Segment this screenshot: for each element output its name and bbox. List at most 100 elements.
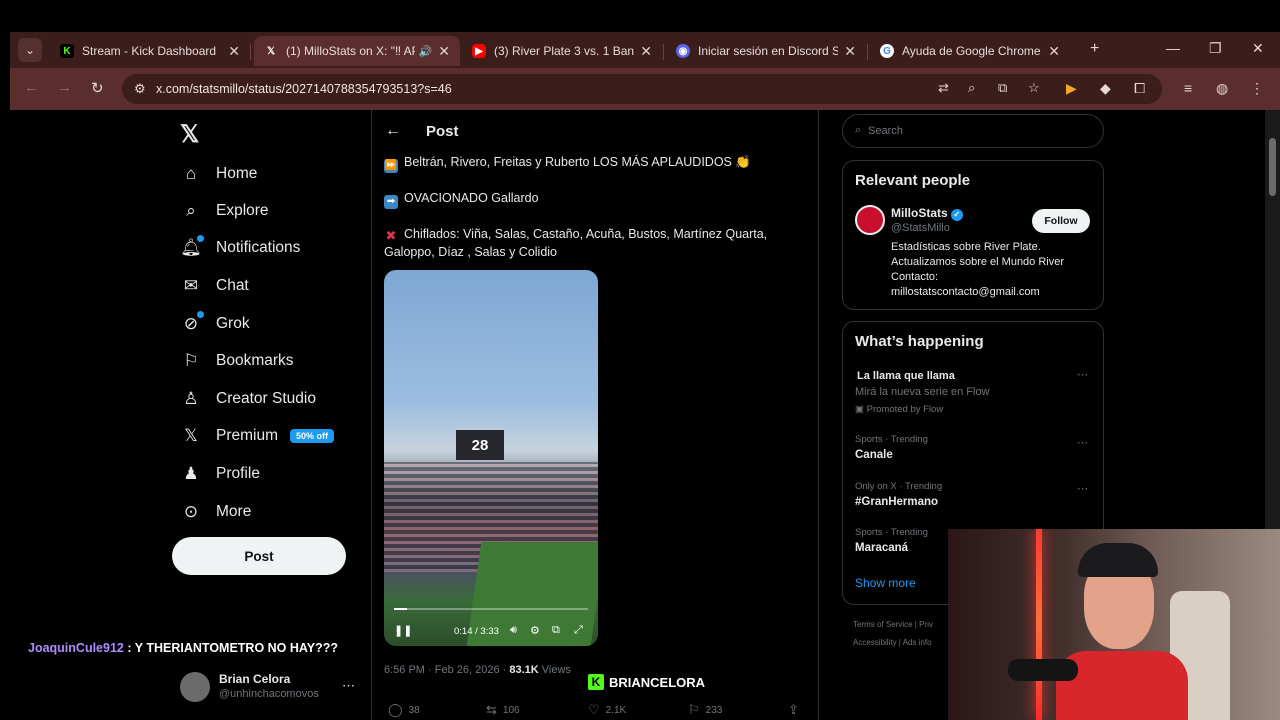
- arrow-right-icon: ➡: [384, 195, 398, 209]
- sidebar-item-home[interactable]: ⌂ Home: [180, 160, 258, 188]
- post-views: 83.1K: [509, 664, 539, 676]
- like-button[interactable]: ♡ 2.1K: [588, 702, 626, 718]
- sidebar-item-more[interactable]: ⊙ More: [180, 498, 251, 526]
- account-switcher[interactable]: Brian Celora @unhinchacomovos ⋯: [180, 670, 365, 704]
- tab-search-button[interactable]: ⌄: [18, 38, 42, 62]
- microphone: [1008, 659, 1078, 681]
- post-text: OVACIONADO Gallardo: [404, 191, 539, 205]
- tab-millostats[interactable]: 𝕏 (1) MilloStats on X: "‼ AP 🔊 ✕: [254, 36, 460, 66]
- media-control-icon[interactable]: ≡: [1184, 80, 1192, 96]
- top-strip: [0, 0, 1280, 32]
- scrollbar-thumb[interactable]: [1269, 138, 1276, 196]
- bookmark-button[interactable]: ⚐ 233: [688, 702, 722, 718]
- back-arrow-icon[interactable]: ←: [385, 122, 401, 140]
- new-tab-button[interactable]: +: [1090, 40, 1099, 58]
- footer-links[interactable]: Accessibility | Ads info: [853, 638, 932, 647]
- show-more-link[interactable]: Show more: [855, 576, 916, 590]
- more-dots-icon[interactable]: ⋯: [1077, 368, 1088, 381]
- zoom-icon[interactable]: ⌕: [968, 80, 975, 96]
- fullscreen-icon[interactable]: ⤢: [574, 624, 583, 637]
- footer-links[interactable]: Terms of Service | Priv: [853, 620, 933, 629]
- video-progress-bar[interactable]: [394, 608, 588, 610]
- sidebar-item-explore[interactable]: ⌕ Explore: [180, 197, 268, 225]
- sidebar-item-label: Chat: [216, 277, 249, 294]
- forward-icon[interactable]: →: [57, 79, 72, 96]
- sidebar-item-notifications[interactable]: 🔔︎ Notifications: [180, 234, 300, 262]
- close-window-icon[interactable]: ✕: [1252, 40, 1264, 57]
- site-settings-icon[interactable]: ⚙: [134, 81, 146, 97]
- sidebar-item-grok[interactable]: ⊘ Grok: [180, 310, 250, 338]
- chat-username: JoaquinCule912: [28, 641, 124, 655]
- trend-name[interactable]: Maracaná: [855, 542, 908, 554]
- trend-name[interactable]: #GranHermano: [855, 496, 938, 508]
- grok-icon: ⊘: [180, 311, 204, 334]
- share-button[interactable]: ⇪: [788, 702, 805, 718]
- more-icon: ⊙: [183, 502, 199, 521]
- pip-icon[interactable]: ⧉: [552, 624, 560, 637]
- sidebar-item-bookmarks[interactable]: ⚐ Bookmarks: [180, 347, 293, 375]
- share-icon: ⇪: [788, 702, 799, 717]
- bookmark-count: 233: [705, 704, 723, 716]
- post-line: ✖ Chiflados: Viña, Salas, Castaño, Acuña,…: [384, 225, 768, 243]
- speaker-icon[interactable]: 🔊: [419, 45, 433, 58]
- x-logo-icon[interactable]: 𝕏: [180, 120, 199, 149]
- more-dots-icon[interactable]: ⋯: [1077, 436, 1088, 449]
- close-icon[interactable]: ✕: [438, 43, 450, 60]
- minimize-icon[interactable]: —: [1166, 40, 1180, 56]
- trend-name[interactable]: La llama que llama: [857, 370, 955, 382]
- extension-play-icon[interactable]: ▶: [1066, 80, 1077, 97]
- tab-separator: [250, 44, 251, 60]
- close-icon[interactable]: ✕: [640, 43, 652, 60]
- promoted-text: Promoted by Flow: [866, 404, 944, 415]
- maximize-icon[interactable]: ❐: [1209, 40, 1222, 57]
- tab-chrome-help[interactable]: G Ayuda de Google Chrome ✕: [870, 36, 1070, 66]
- tab-youtube[interactable]: ▶ (3) River Plate 3 vs. 1 Banfiel ✕: [462, 36, 662, 66]
- sidebar-item-profile[interactable]: ♟ Profile: [180, 460, 260, 488]
- sidebar-item-creator-studio[interactable]: ♙ Creator Studio: [180, 385, 316, 413]
- tab-discord[interactable]: ◉ Iniciar sesión en Discord Sup ✕: [666, 36, 866, 66]
- trend-name[interactable]: Canale: [855, 449, 893, 461]
- brand-name: BRIANCELORA: [609, 674, 706, 690]
- person-name[interactable]: MilloStats ✓: [891, 206, 963, 221]
- more-dots-icon[interactable]: ⋯: [1077, 482, 1088, 495]
- post-button[interactable]: Post: [172, 537, 346, 575]
- repost-icon: ⇆: [486, 702, 497, 717]
- extension-diamond-icon[interactable]: ◆: [1100, 80, 1111, 97]
- like-count: 2.1K: [605, 704, 627, 716]
- promoted-icon: ▣: [855, 404, 864, 415]
- sidebar-item-label: Home: [216, 165, 258, 182]
- avatar[interactable]: [855, 205, 885, 235]
- bookmark-star-icon[interactable]: ☆: [1028, 80, 1040, 96]
- close-icon[interactable]: ✕: [228, 43, 240, 60]
- video-time: 0:14 / 3:33: [454, 626, 499, 637]
- column-divider: [371, 110, 372, 720]
- url-text: x.com/statsmillo/status/2027140788354793…: [156, 82, 452, 96]
- translate-icon[interactable]: ⇄: [938, 80, 949, 96]
- sidebar-item-chat[interactable]: ✉ Chat: [180, 272, 249, 300]
- search-icon: ⌕: [186, 201, 196, 220]
- kick-logo-icon: K: [588, 674, 604, 690]
- install-icon[interactable]: ⧉: [998, 80, 1007, 96]
- tab-kick-dashboard[interactable]: K Stream - Kick Dashboard ✕: [50, 36, 250, 66]
- repost-button[interactable]: ⇆ 106: [486, 702, 520, 718]
- relevant-people-card: Relevant people MilloStats ✓ @StatsMillo …: [842, 160, 1104, 310]
- back-icon[interactable]: ←: [24, 79, 39, 96]
- x-icon: 𝕏: [266, 45, 276, 57]
- extensions-puzzle-icon[interactable]: ⧠: [1134, 80, 1145, 97]
- volume-icon[interactable]: 🔊︎: [510, 624, 517, 637]
- reply-button[interactable]: ◯ 38: [388, 702, 420, 718]
- cross-icon: ✖: [385, 228, 397, 243]
- pause-icon[interactable]: ❚❚: [394, 624, 412, 637]
- follow-button[interactable]: Follow: [1032, 209, 1090, 233]
- search-input[interactable]: ⌕ Search: [842, 114, 1104, 148]
- sidebar-item-premium[interactable]: 𝕏 Premium 50% off: [180, 422, 335, 450]
- kebab-menu-icon[interactable]: ⋮: [1250, 80, 1264, 97]
- post-video[interactable]: 28 ❚❚ 0:14 / 3:33 🔊︎ ⚙ ⧉ ⤢: [384, 270, 598, 646]
- profile-avatar-icon[interactable]: ◍: [1216, 80, 1228, 97]
- close-icon[interactable]: ✕: [844, 43, 856, 60]
- more-dots-icon[interactable]: ⋯: [342, 678, 355, 694]
- close-icon[interactable]: ✕: [1048, 43, 1060, 60]
- address-bar[interactable]: ⚙ x.com/statsmillo/status/20271407883547…: [122, 74, 1162, 104]
- reload-icon[interactable]: ↻: [91, 79, 104, 97]
- settings-icon[interactable]: ⚙: [530, 624, 540, 637]
